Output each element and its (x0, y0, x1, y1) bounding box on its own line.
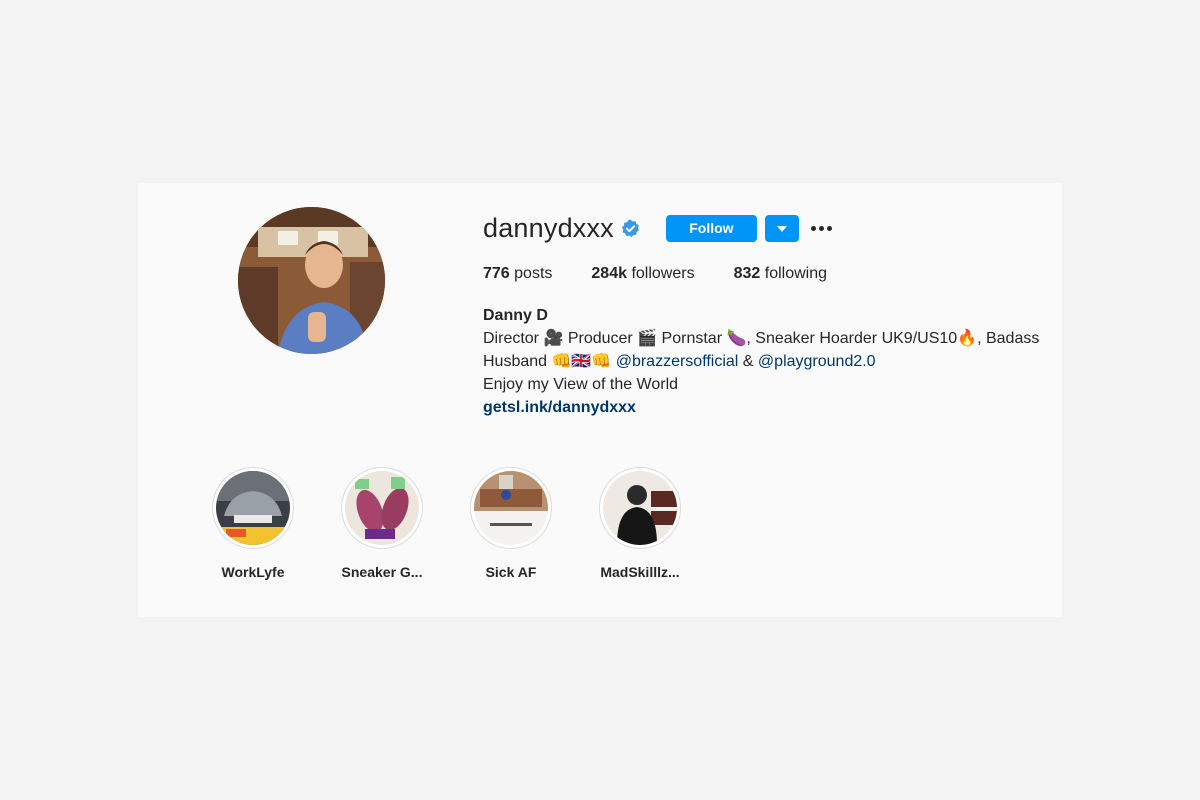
suggested-dropdown-button[interactable] (764, 214, 799, 242)
verified-badge-icon (621, 219, 640, 238)
posts-count: 776 (483, 265, 510, 282)
bio-line-2: Husband 👊🇬🇧👊 @brazzersofficial & @playgr… (483, 350, 1043, 373)
bio-line-3: Enjoy my View of the World (483, 376, 679, 393)
highlight-ring (341, 467, 423, 549)
following-count: 832 (733, 265, 761, 282)
more-dot (810, 225, 816, 231)
profile-card: dannydxxx Follow 776 posts 284k follower… (138, 183, 1062, 617)
mention-link-playground[interactable]: @playground2.0 (758, 353, 876, 370)
highlight-cover-image (603, 471, 677, 545)
username: dannydxxx (483, 212, 614, 243)
mention-link-brazzersofficial[interactable]: @brazzersofficial (616, 353, 739, 370)
posts-label: posts (514, 265, 553, 282)
more-options-button[interactable] (810, 215, 832, 242)
highlight-worklyfe[interactable]: WorkLyfe (212, 467, 294, 580)
highlight-cover-image (345, 471, 419, 545)
profile-stats: 776 posts 284k followers 832 following (483, 265, 1043, 283)
caret-down-icon (776, 219, 787, 237)
followers-count: 284k (591, 265, 627, 282)
following-stat[interactable]: 832 following (734, 265, 827, 283)
highlight-label: WorkLyfe (221, 564, 285, 580)
display-name: Danny D (483, 307, 548, 324)
highlight-label: Sneaker G... (341, 564, 423, 580)
highlight-label: Sick AF (485, 564, 537, 580)
highlight-cover-image (474, 471, 548, 545)
highlight-cover-image (216, 471, 290, 545)
highlight-ring (212, 467, 294, 549)
more-dot (818, 225, 824, 231)
highlight-sick-af[interactable]: Sick AF (470, 467, 552, 580)
bio-website-link[interactable]: getsl.ink/dannydxxx (483, 396, 1043, 419)
follow-button[interactable]: Follow (665, 214, 757, 242)
highlight-ring (470, 467, 552, 549)
posts-stat: 776 posts (483, 265, 552, 283)
profile-avatar[interactable] (238, 207, 385, 354)
followers-label: followers (631, 265, 695, 282)
highlight-label: MadSkilllz... (600, 564, 680, 580)
story-highlights: WorkLyfe Sneaker G... Sick AF MadSkilllz… (212, 467, 728, 580)
followers-stat[interactable]: 284k followers (591, 265, 694, 283)
profile-header-row: dannydxxx Follow (483, 211, 1043, 245)
bio-line-2-prefix: Husband 👊🇬🇧👊 (483, 353, 616, 370)
profile-info: dannydxxx Follow 776 posts 284k follower… (483, 211, 1043, 419)
profile-bio: Danny D Director 🎥 Producer 🎬 Pornstar 🍆… (483, 304, 1043, 419)
highlight-sneaker[interactable]: Sneaker G... (341, 467, 423, 580)
following-label: following (764, 265, 828, 282)
more-dot (826, 225, 832, 231)
bio-line-1: Director 🎥 Producer 🎬 Pornstar 🍆, Sneake… (483, 330, 1040, 347)
highlight-madskilllz[interactable]: MadSkilllz... (599, 467, 681, 580)
highlight-ring (599, 467, 681, 549)
bio-ampersand: & (738, 353, 758, 370)
